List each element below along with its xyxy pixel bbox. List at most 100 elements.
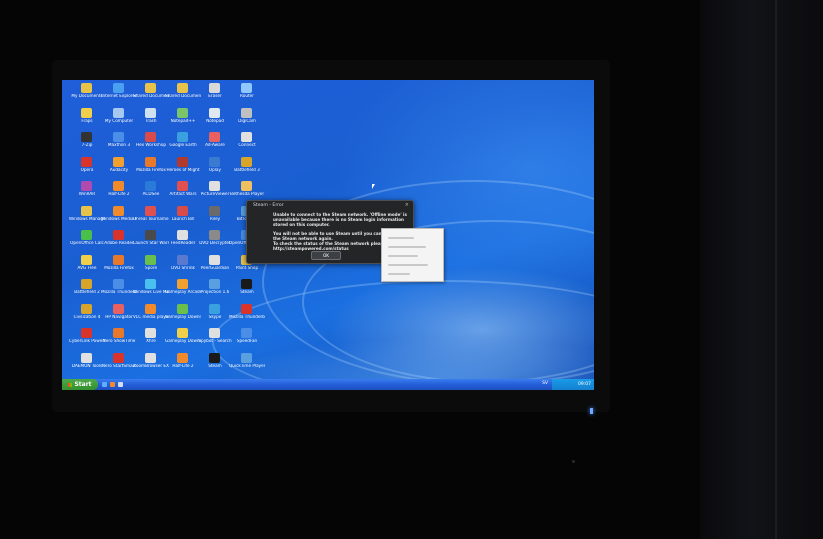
shortcut-icon <box>241 328 252 338</box>
desktop-shortcut[interactable]: 7-Zip <box>72 130 102 154</box>
desktop-shortcut[interactable]: WinRAR <box>72 179 102 203</box>
desktop-shortcut[interactable]: AVG Free <box>72 253 102 277</box>
desktop-shortcut[interactable]: Uplay <box>200 155 230 179</box>
shortcut-label: Projection 1.6 <box>200 290 230 294</box>
desktop-shortcut[interactable]: Launch Bill <box>168 204 198 228</box>
shortcut-label: Steam <box>240 290 254 294</box>
desktop-shortcut[interactable]: Nero StartSmart <box>102 351 136 375</box>
desktop-shortcut[interactable]: Steam <box>200 351 230 375</box>
desktop-shortcut[interactable]: Maxthon 3 <box>104 130 134 154</box>
shortcut-icon <box>113 254 124 265</box>
desktop-shortcut[interactable]: Google Earth <box>168 130 198 154</box>
shortcut-icon <box>113 328 124 338</box>
desktop-shortcut[interactable]: Windows Live Messenger <box>133 277 169 301</box>
desktop-shortcut[interactable]: Adobe Reader <box>104 228 134 252</box>
shortcut-label: Audacity <box>109 167 129 172</box>
ok-button[interactable]: OK <box>311 251 341 260</box>
shortcut-label: Launch Bill <box>171 216 195 221</box>
desktop-shortcut[interactable]: Battlefield 2 <box>72 277 102 301</box>
shortcut-icon <box>241 83 252 93</box>
desktop-shortcut[interactable]: Hex Workshop <box>136 130 166 154</box>
desktop-shortcut[interactable]: PictureViewer <box>200 179 230 203</box>
desktop-shortcut[interactable]: DigiCam <box>232 106 262 130</box>
language-indicator[interactable]: SV <box>542 381 548 386</box>
desktop-shortcut[interactable]: Battlefield 3 <box>232 155 262 179</box>
shortcut-label: Paint Shop <box>235 265 259 270</box>
desktop-shortcut[interactable]: Gameplay Download <box>165 326 201 350</box>
desktop-shortcut[interactable]: VLC media player <box>133 302 169 326</box>
menu-item[interactable] <box>388 273 410 275</box>
desktop-shortcut[interactable]: Internet Explorer <box>101 81 137 105</box>
shortcut-icon <box>145 132 156 142</box>
desktop-shortcut[interactable]: My Computer <box>104 106 134 130</box>
desktop-shortcut[interactable]: DVD Shrink <box>168 253 198 277</box>
desktop-shortcut[interactable]: Notepad++ <box>168 106 198 130</box>
desktop-shortcut[interactable]: FeedReader <box>168 228 198 252</box>
desktop-shortcut[interactable]: Half-Life 2 <box>104 179 134 203</box>
desktop-shortcut[interactable]: Civilization 4 <box>72 302 102 326</box>
desktop-shortcut[interactable]: PeerGuardian <box>200 253 230 277</box>
desktop-shortcut[interactable]: Artifact Wars <box>168 179 198 203</box>
menu-item[interactable] <box>388 237 414 239</box>
desktop-shortcut[interactable]: Riley <box>200 204 230 228</box>
desktop-shortcut[interactable]: SpeedFan <box>232 326 262 350</box>
desktop-shortcut[interactable]: Steam <box>232 277 262 301</box>
desktop-shortcut[interactable]: Unreal Tournament <box>133 204 169 228</box>
desktop-shortcut[interactable]: Notepad <box>200 106 230 130</box>
desktop-shortcut[interactable]: Nero ShowTime <box>103 326 135 350</box>
shortcut-icon <box>145 205 156 216</box>
desktop-shortcut[interactable]: Trash <box>136 106 166 130</box>
shortcut-label: DAEMON Tools <box>71 363 103 368</box>
desktop-shortcut[interactable]: Gameplay Download <box>165 302 201 326</box>
menu-item[interactable] <box>388 255 418 257</box>
shortcut-icon <box>81 181 92 191</box>
desktop-shortcut[interactable]: DAEMON Tools <box>72 351 102 375</box>
desktop-shortcut[interactable]: Projection 1.6 <box>200 277 230 301</box>
desktop-shortcut[interactable]: ACDSee <box>136 179 166 203</box>
shortcut-icon <box>113 303 124 314</box>
desktop-shortcut[interactable]: Router <box>232 81 262 105</box>
desktop-shortcut[interactable]: Launch Star Wars <box>133 228 169 252</box>
clock[interactable]: 09:07 <box>578 382 591 387</box>
media-icon[interactable] <box>110 382 115 387</box>
desktop-icon[interactable] <box>118 382 123 387</box>
desktop-shortcut[interactable]: Half-Life 2 <box>168 351 198 375</box>
shortcut-icon <box>241 107 252 118</box>
desktop-shortcut[interactable]: Audacity <box>104 155 134 179</box>
desktop-shortcut[interactable]: Ad-Aware <box>200 130 230 154</box>
desktop-shortcut[interactable]: Heroes of Might <box>166 155 200 179</box>
desktop-shortcut[interactable]: Mozilla Firefox <box>104 253 134 277</box>
desktop-shortcut[interactable]: Spybot - Search <box>198 326 232 350</box>
desktop-shortcut[interactable]: Connect <box>232 130 262 154</box>
desktop-shortcut[interactable]: Skype <box>200 302 230 326</box>
desktop-shortcut[interactable]: OpenOffice Calc <box>70 228 104 252</box>
shortcut-icon <box>145 303 156 314</box>
browser-icon[interactable] <box>102 382 107 387</box>
shortcut-label: Router <box>240 94 254 98</box>
desktop-shortcut[interactable]: Fraps <box>72 106 102 130</box>
menu-item[interactable] <box>388 264 428 266</box>
shortcut-icon <box>177 181 188 191</box>
desktop-shortcut[interactable]: CyberLink PowerStarter <box>69 326 105 350</box>
desktop-shortcut[interactable]: Shared Documents <box>165 81 201 105</box>
desktop-shortcut[interactable]: Eraser <box>200 81 230 105</box>
desktop-shortcut[interactable]: QuickTime Player <box>229 351 265 375</box>
start-button[interactable]: Start <box>62 379 98 390</box>
menu-item[interactable] <box>388 246 426 248</box>
desktop-shortcut[interactable]: HP Navigator <box>104 302 134 326</box>
desktop-shortcut[interactable]: Xfire <box>136 326 166 350</box>
desktop-shortcut[interactable]: Mozilla Thunderbird <box>101 277 137 301</box>
desktop-shortcut[interactable]: Opera <box>72 155 102 179</box>
desktop-shortcut[interactable]: Mozilla Firefox <box>136 155 166 179</box>
desktop-shortcut[interactable]: Spore <box>136 253 166 277</box>
desktop-shortcut[interactable]: My Documents <box>71 81 103 105</box>
desktop-shortcut[interactable]: Windows Manager <box>69 204 105 228</box>
desktop-shortcut[interactable]: Gameplay Arcade <box>165 277 201 301</box>
desktop-shortcut[interactable]: Mozilla Thunderbird <box>229 302 265 326</box>
desktop-shortcut[interactable]: DVD Decrypter <box>199 228 231 252</box>
context-menu[interactable] <box>381 228 444 282</box>
desktop-shortcut[interactable]: Shared Documents <box>133 81 169 105</box>
desktop-shortcut[interactable]: ZoomBrowser EX <box>133 351 169 375</box>
close-icon[interactable]: × <box>405 202 409 208</box>
desktop-shortcut[interactable]: Windows Media Player <box>101 204 137 228</box>
